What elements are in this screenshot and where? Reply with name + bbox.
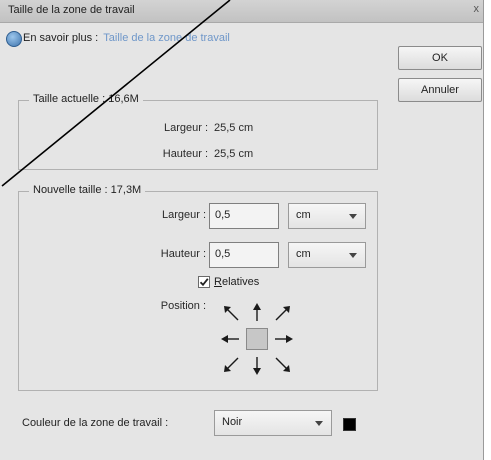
anchor-center-button[interactable] xyxy=(246,328,268,350)
anchor-grid xyxy=(218,300,296,378)
chevron-down-icon xyxy=(315,421,323,426)
arrow-up-icon[interactable] xyxy=(248,302,266,322)
canvas-color-label: Couleur de la zone de travail : xyxy=(22,417,169,429)
relative-label-rest: elatives xyxy=(221,276,260,288)
position-label: Position : xyxy=(160,300,206,312)
height-unit-value: cm xyxy=(296,248,311,260)
ok-button[interactable]: OK xyxy=(398,46,482,70)
canvas-color-value: Noir xyxy=(222,416,243,428)
chevron-down-icon xyxy=(349,214,357,219)
dialog-title: Taille de la zone de travail xyxy=(8,4,135,16)
checkmark-icon xyxy=(199,278,209,287)
relative-checkbox[interactable] xyxy=(198,276,210,288)
learn-more-link[interactable]: Taille de la zone de travail xyxy=(103,32,230,44)
current-width-label: Largeur : xyxy=(163,122,208,134)
new-width-label: Largeur : xyxy=(161,209,206,221)
arrow-down-right-icon[interactable] xyxy=(274,356,292,374)
learn-more-label: En savoir plus : xyxy=(23,32,99,44)
width-input[interactable]: 0,5 xyxy=(209,203,279,229)
help-circle-icon xyxy=(6,31,22,47)
height-unit-select[interactable]: cm xyxy=(288,242,366,268)
new-height-label: Hauteur : xyxy=(160,248,206,260)
current-size-legend: Taille actuelle : 16,6M xyxy=(29,93,143,105)
arrow-left-icon[interactable] xyxy=(220,330,240,348)
chevron-down-icon xyxy=(349,253,357,258)
current-width-value: 25,5 cm xyxy=(214,122,254,134)
relative-label[interactable]: Relatives xyxy=(214,276,259,288)
close-icon[interactable]: x xyxy=(474,3,480,15)
arrow-right-icon[interactable] xyxy=(274,330,294,348)
current-height-value: 25,5 cm xyxy=(214,148,254,160)
arrow-up-right-icon[interactable] xyxy=(274,304,292,322)
arrow-up-left-icon[interactable] xyxy=(222,304,240,322)
new-size-legend: Nouvelle taille : 17,3M xyxy=(29,184,146,196)
arrow-down-icon[interactable] xyxy=(248,356,266,376)
width-unit-select[interactable]: cm xyxy=(288,203,366,229)
relative-accel: R xyxy=(214,276,222,288)
learn-more-row: En savoir plus : Taille de la zone de tr… xyxy=(23,32,230,44)
arrow-down-left-icon[interactable] xyxy=(222,356,240,374)
title-bar: Taille de la zone de travail x xyxy=(0,0,483,23)
width-unit-value: cm xyxy=(296,209,311,221)
canvas-color-select[interactable]: Noir xyxy=(214,410,332,436)
color-swatch[interactable] xyxy=(343,418,356,431)
height-input[interactable]: 0,5 xyxy=(209,242,279,268)
current-height-label: Hauteur : xyxy=(162,148,208,160)
cancel-button[interactable]: Annuler xyxy=(398,78,482,102)
canvas-size-dialog: Taille de la zone de travail x En savoir… xyxy=(0,0,484,460)
